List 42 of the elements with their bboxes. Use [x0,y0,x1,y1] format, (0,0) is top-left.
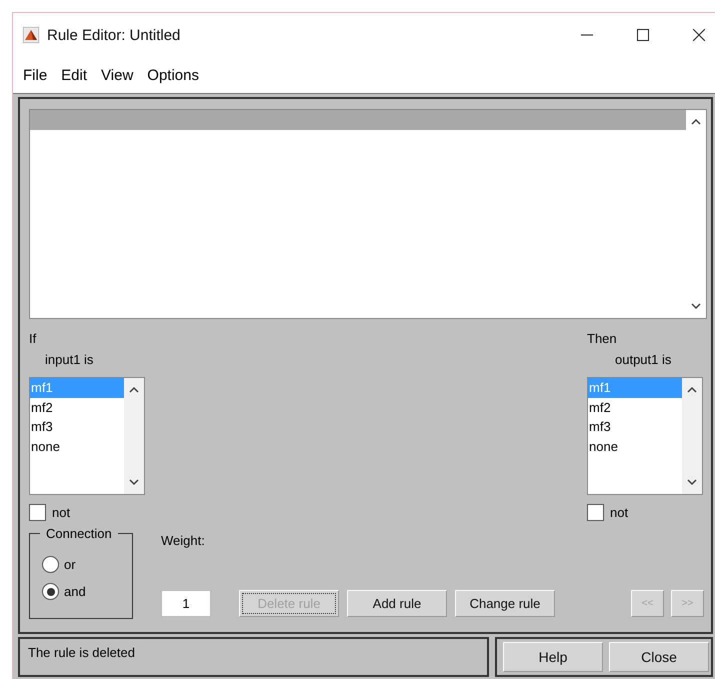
scroll-up-icon[interactable] [691,118,701,126]
list-item[interactable]: mf2 [588,398,682,417]
scroll-up-icon[interactable] [687,386,697,394]
section-label: If [29,331,38,346]
checkbox-label: not [52,505,70,520]
rule-button[interactable]: Add rule [347,590,447,617]
status-message: The rule is deleted [28,645,135,660]
rule-button[interactable]: Change rule [455,590,555,617]
variable-label: output1 is [615,352,672,367]
section-label: Then [587,331,618,346]
scroll-down-icon[interactable] [687,478,697,486]
not-checkbox[interactable] [29,504,46,521]
not-checkbox[interactable] [587,504,604,521]
radio-button[interactable] [42,583,59,600]
menu-item[interactable]: File [23,66,48,84]
weight-label: Weight: [161,533,206,548]
window-title: Rule Editor: Untitled [47,26,180,44]
scroll-down-icon[interactable] [691,302,701,310]
list-item[interactable]: mf2 [30,398,124,417]
list-item[interactable]: mf3 [30,417,124,436]
checkbox-label: not [610,505,628,520]
membership-list[interactable]: mf1 mf2 mf3 none [587,377,703,495]
dialog-button[interactable]: Help [503,642,603,672]
close-icon[interactable] [693,29,705,41]
group-title: Connection [40,526,118,541]
list-item[interactable]: mf3 [588,417,682,436]
membership-list[interactable]: mf1 mf2 mf3 none [29,377,145,495]
menu-item[interactable]: Edit [61,66,88,84]
menu-item[interactable]: View [101,66,134,84]
scroll-down-icon[interactable] [129,478,139,486]
app-icon [23,27,39,43]
menu-item[interactable]: Options [147,66,199,84]
dialog-button[interactable]: Close [609,642,709,672]
radio-label: and [64,584,86,599]
variable-label: input1 is [45,352,94,367]
maximize-icon[interactable] [637,29,649,41]
list-item[interactable]: none [588,436,682,456]
weight-field[interactable]: 1 [161,590,211,617]
radio-button[interactable] [42,556,59,573]
radio-label: or [64,557,76,572]
list-item[interactable]: none [30,436,124,456]
scroll-up-icon[interactable] [129,386,139,394]
